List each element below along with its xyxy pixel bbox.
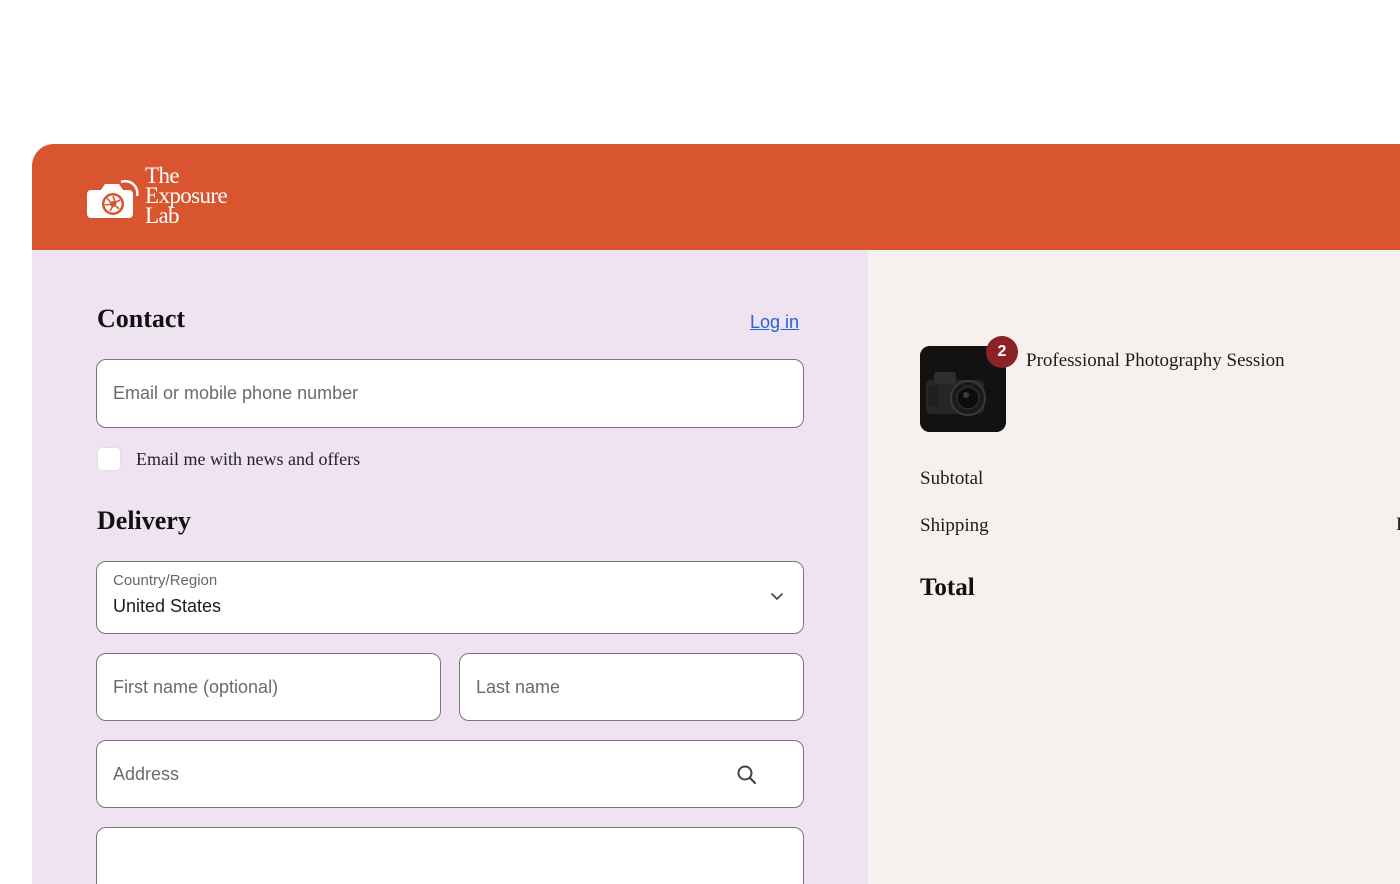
newsletter-label: Email me with news and offers — [136, 449, 361, 469]
login-link[interactable]: Log in — [750, 312, 799, 333]
search-icon[interactable] — [735, 763, 759, 787]
checkout-window: The Exposure Lab Contact Log in Email me… — [32, 144, 1400, 884]
apartment-field-wrapper — [96, 827, 804, 884]
shipping-label: Shipping — [920, 515, 989, 536]
address-field[interactable] — [97, 741, 803, 807]
order-summary-panel: 2 Professional Photography Session Subto… — [868, 250, 1400, 884]
email-field-wrapper — [96, 359, 804, 428]
last-name-field[interactable] — [460, 654, 803, 720]
total-label: Total — [920, 574, 975, 601]
quantity-badge: 2 — [986, 336, 1018, 368]
contact-heading: Contact — [97, 304, 186, 333]
first-name-field[interactable] — [97, 654, 440, 720]
subtotal-label: Subtotal — [920, 468, 984, 489]
country-select-label: Country/Region — [113, 572, 218, 589]
brand-logo[interactable]: The Exposure Lab — [85, 164, 245, 232]
site-header: The Exposure Lab — [32, 144, 1400, 250]
brand-wordmark: The Exposure Lab — [145, 164, 228, 228]
country-select[interactable]: Country/Region United States — [96, 561, 804, 634]
brand-name-line: Lab — [145, 203, 180, 228]
country-select-value: United States — [113, 596, 222, 616]
shipping-value: E — [1396, 514, 1400, 536]
delivery-heading: Delivery — [97, 506, 191, 535]
newsletter-checkbox[interactable] — [98, 448, 120, 470]
camera-aperture-icon — [87, 179, 139, 218]
apartment-field[interactable] — [97, 828, 803, 884]
product-name: Professional Photography Session — [1026, 350, 1285, 371]
email-field[interactable] — [97, 360, 803, 427]
first-name-field-wrapper — [96, 653, 441, 721]
chevron-down-icon — [771, 593, 783, 600]
address-field-wrapper — [96, 740, 804, 808]
checkout-form-panel: Contact Log in Email me with news and of… — [32, 250, 868, 884]
last-name-field-wrapper — [459, 653, 804, 721]
